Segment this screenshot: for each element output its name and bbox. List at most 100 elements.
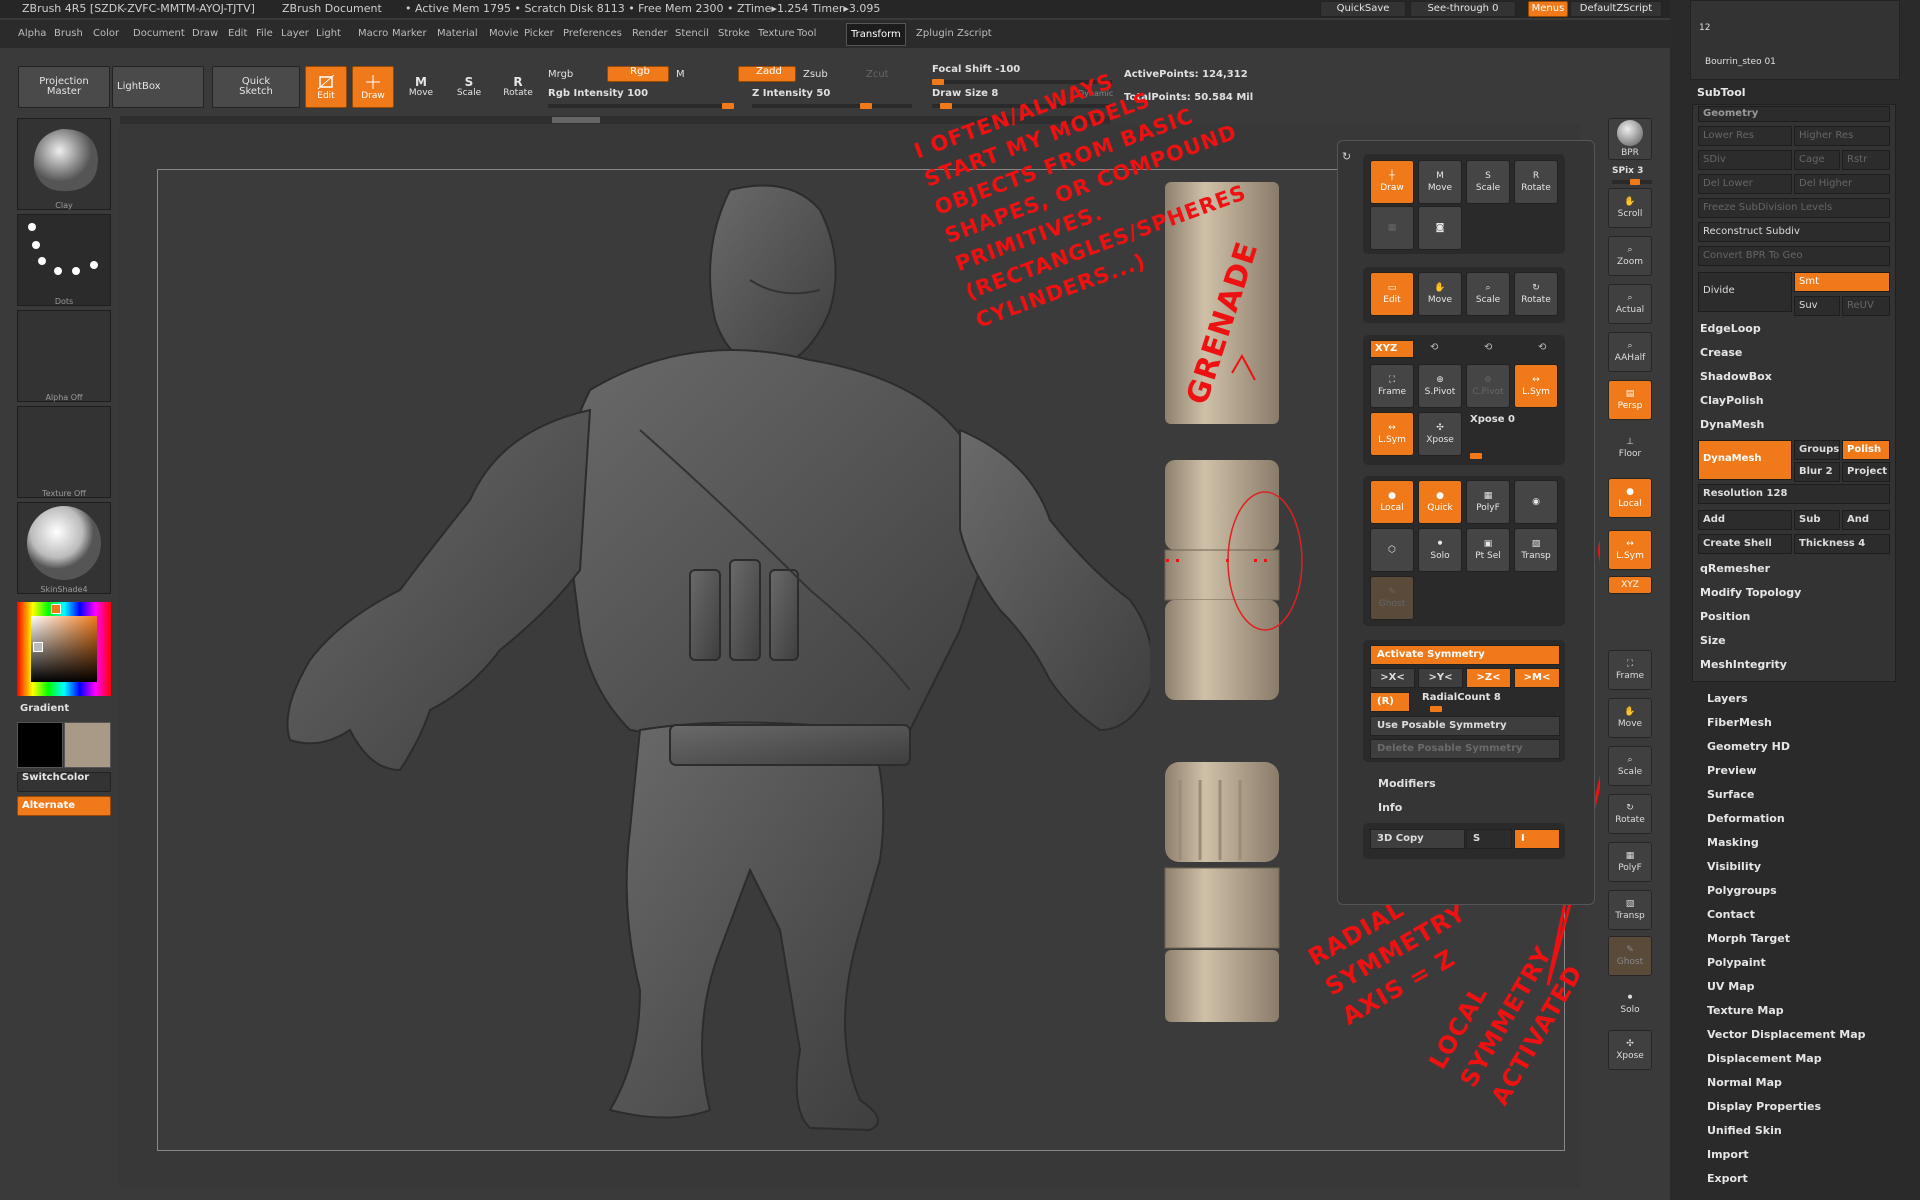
edgeloop-menu[interactable]: EdgeLoop	[1700, 322, 1761, 335]
menu-draw[interactable]: Draw	[192, 28, 218, 39]
palette-xpose-button[interactable]: ✣ Xpose	[1418, 412, 1462, 456]
quick-sketch-button[interactable]: Quick Sketch	[212, 66, 300, 108]
menu-zscript[interactable]: Zscript	[957, 28, 992, 39]
rgb-toggle[interactable]: Rgb	[607, 66, 669, 82]
zadd-toggle[interactable]: Zadd	[738, 66, 796, 82]
palette-cpivot-button[interactable]: ⊕ C.Pivot	[1466, 364, 1510, 408]
menu-edit[interactable]: Edit	[228, 28, 247, 39]
axis-x-icon[interactable]: ⟲	[1538, 342, 1546, 353]
3d-copy-button[interactable]: 3D Copy	[1370, 829, 1465, 849]
palette-transp-button[interactable]: ▧ Transp	[1514, 528, 1558, 572]
actual-button[interactable]: ⌕ Actual	[1608, 284, 1652, 324]
del-lower-button[interactable]: Del Lower	[1698, 174, 1792, 194]
palette-spivot-button[interactable]: ⊕ S.Pivot	[1418, 364, 1462, 408]
tool-section-visibility[interactable]: Visibility	[1707, 860, 1761, 873]
use-posable-symmetry-button[interactable]: Use Posable Symmetry	[1370, 716, 1560, 736]
frame-button[interactable]: ⛶ Frame	[1608, 650, 1652, 690]
menu-marker[interactable]: Marker	[392, 28, 427, 39]
size-menu[interactable]: Size	[1700, 634, 1726, 647]
palette-cube-button[interactable]: ⬡	[1370, 528, 1414, 572]
menu-layer[interactable]: Layer	[281, 28, 309, 39]
xpose-track[interactable]	[1470, 453, 1558, 459]
smt-toggle[interactable]: Smt	[1794, 272, 1890, 292]
move-mode-button[interactable]: M Move	[400, 66, 442, 108]
m-toggle[interactable]: M	[676, 69, 685, 80]
project-toggle[interactable]: Project	[1842, 462, 1890, 482]
subtool-thumbnail[interactable]: 12 Bourrin_steo 01	[1690, 0, 1900, 80]
draw-size-slider[interactable]: Draw Size 8	[932, 88, 998, 99]
divide-button[interactable]: Divide	[1698, 272, 1792, 312]
menus-button[interactable]: Menus	[1528, 1, 1568, 17]
blur-slider[interactable]: Blur 2	[1794, 462, 1840, 482]
switchcolor-button[interactable]: SwitchColor	[17, 772, 111, 792]
tool-section-masking[interactable]: Masking	[1707, 836, 1759, 849]
groups-toggle[interactable]: Groups	[1794, 440, 1840, 460]
cage-button[interactable]: Cage	[1794, 150, 1840, 170]
tool-section-export[interactable]: Export	[1707, 1172, 1748, 1185]
copy-i-field[interactable]: I	[1514, 829, 1560, 849]
palette-polyf-button[interactable]: ▦ PolyF	[1466, 480, 1510, 524]
radial-symmetry-button[interactable]: (R)	[1370, 692, 1410, 712]
rstr-button[interactable]: Rstr	[1842, 150, 1890, 170]
dynamesh-button[interactable]: DynaMesh	[1698, 440, 1792, 480]
rotate-mode-button[interactable]: R Rotate	[496, 66, 540, 108]
menu-picker[interactable]: Picker	[524, 28, 554, 39]
palette-scale-button[interactable]: S Scale	[1466, 160, 1510, 204]
modifiers-section[interactable]: Modifiers	[1378, 777, 1436, 790]
zsub-toggle[interactable]: Zsub	[803, 69, 828, 80]
tool-section-display-properties[interactable]: Display Properties	[1707, 1100, 1821, 1113]
menu-brush[interactable]: Brush	[54, 28, 83, 39]
position-menu[interactable]: Position	[1700, 610, 1750, 623]
spix-slider[interactable]: SPix 3	[1612, 166, 1643, 176]
zoom-button[interactable]: ⌕ Zoom	[1608, 236, 1652, 276]
see-through-slider[interactable]: See-through 0	[1410, 1, 1516, 17]
palette-rotate2-button[interactable]: ↻ Rotate	[1514, 272, 1558, 316]
radial-count-track[interactable]	[1422, 706, 1558, 712]
claypolish-menu[interactable]: ClayPolish	[1700, 394, 1764, 407]
tool-section-preview[interactable]: Preview	[1707, 764, 1757, 777]
menu-transform[interactable]: Transform	[846, 23, 906, 46]
alternate-button[interactable]: Alternate	[17, 796, 111, 816]
thickness-slider[interactable]: Thickness 4	[1794, 534, 1890, 554]
palette-lsym-button[interactable]: ↔ L.Sym	[1514, 364, 1558, 408]
menu-tool[interactable]: Tool	[797, 28, 816, 39]
palette-local-button[interactable]: ● Local	[1370, 480, 1414, 524]
modify-topology-menu[interactable]: Modify Topology	[1700, 586, 1801, 599]
menu-stencil[interactable]: Stencil	[675, 28, 709, 39]
default-zscript-button[interactable]: DefaultZScript	[1570, 1, 1662, 17]
local-button[interactable]: ● Local	[1608, 478, 1652, 518]
edit-mode-button[interactable]: Edit	[305, 66, 347, 108]
z-intensity-slider[interactable]: Z Intensity 50	[752, 88, 830, 99]
xpose-slider[interactable]: Xpose 0	[1470, 414, 1515, 425]
palette-scale2-button[interactable]: ⌕ Scale	[1466, 272, 1510, 316]
axis-z-icon[interactable]: ⟲	[1484, 342, 1492, 353]
lightbox-button[interactable]: LightBox	[112, 66, 204, 108]
symmetry-x-button[interactable]: >X<	[1370, 668, 1415, 688]
menu-preferences[interactable]: Preferences	[563, 28, 622, 39]
resolution-slider[interactable]: Resolution 128	[1698, 484, 1890, 504]
alpha-thumbnail[interactable]: Alpha Off	[17, 310, 111, 402]
sub-button[interactable]: Sub	[1794, 510, 1840, 530]
rotate-button[interactable]: ↻ Rotate	[1608, 794, 1652, 834]
meshintegrity-menu[interactable]: MeshIntegrity	[1700, 658, 1787, 671]
tool-section-displacement-map[interactable]: Displacement Map	[1707, 1052, 1822, 1065]
menu-render[interactable]: Render	[632, 28, 668, 39]
activate-symmetry-button[interactable]: Activate Symmetry	[1370, 645, 1560, 665]
info-section[interactable]: Info	[1378, 801, 1402, 814]
menu-zplugin[interactable]: Zplugin	[916, 28, 954, 39]
menu-macro[interactable]: Macro	[358, 28, 388, 39]
tool-section-vector-displacement-map[interactable]: Vector Displacement Map	[1707, 1028, 1866, 1041]
quicksave-button[interactable]: QuickSave	[1320, 1, 1406, 17]
tool-section-surface[interactable]: Surface	[1707, 788, 1754, 801]
reuv-button[interactable]: ReUV	[1842, 296, 1890, 316]
menu-texture[interactable]: Texture	[758, 28, 795, 39]
palette-ptsel-button[interactable]: ▣ Pt Sel	[1466, 528, 1510, 572]
del-higher-button[interactable]: Del Higher	[1794, 174, 1890, 194]
reconstruct-subdiv-button[interactable]: Reconstruct Subdiv	[1698, 222, 1890, 242]
polish-toggle[interactable]: Polish	[1842, 440, 1890, 460]
color-picker[interactable]	[17, 602, 111, 696]
subtool-menu[interactable]: SubTool	[1697, 86, 1746, 99]
mrgb-toggle[interactable]: Mrgb	[548, 69, 573, 80]
material2-thumbnail[interactable]: SkinShade4	[17, 502, 111, 594]
create-shell-button[interactable]: Create Shell	[1698, 534, 1792, 554]
